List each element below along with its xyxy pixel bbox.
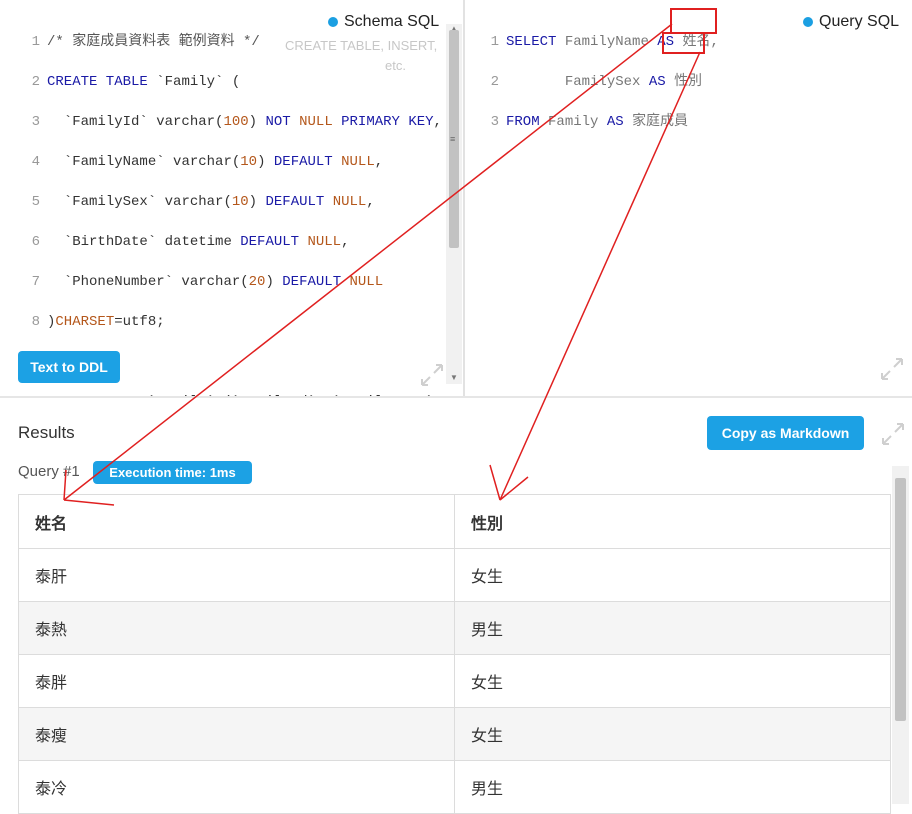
query-code[interactable]: 1 SELECT FamilyName AS 姓名, 2 FamilySex AS… (465, 12, 719, 172)
schema-editor[interactable]: 1/* 家庭成員資料表 範例資料 */ 2 CREATE TABLE `Famil… (0, 0, 465, 396)
query-sql-label: Query SQL (803, 13, 899, 31)
schema-scrollbar[interactable]: ▲ ≡ ▼ (446, 24, 462, 384)
schema-hint: CREATE TABLE, INSERT, etc. (285, 36, 437, 76)
table-cell: 泰肝 (18, 548, 455, 602)
results-table: 姓名 性別 泰肝 女生 泰熱 男生 泰胖 女生 泰瘦 女生 泰冷 男生 (18, 494, 891, 814)
table-cell: 男生 (454, 760, 891, 814)
line-number: 6 (31, 234, 40, 250)
pane-divider (0, 396, 912, 398)
line-number: 3 (31, 114, 40, 130)
results-scrollbar[interactable] (892, 466, 909, 804)
table-cell: 泰瘦 (18, 707, 455, 761)
line-number: 8 (31, 314, 40, 330)
line-number: 7 (31, 274, 40, 290)
table-row: 泰瘦 女生 (18, 707, 891, 761)
table-cell: 泰熱 (18, 601, 455, 655)
line-number: 3 (490, 114, 499, 130)
table-cell: 女生 (454, 548, 891, 602)
grip-icon: ≡ (450, 134, 456, 144)
query-editor[interactable]: 1 SELECT FamilyName AS 姓名, 2 FamilySex AS… (465, 0, 912, 396)
table-cell: 男生 (454, 601, 891, 655)
copy-as-markdown-button[interactable]: Copy as Markdown (707, 416, 864, 450)
line-number: 5 (31, 194, 40, 210)
table-cell: 女生 (454, 707, 891, 761)
schema-sql-label-text: Schema SQL (344, 13, 440, 30)
column-header: 姓名 (18, 494, 455, 549)
line-number: 2 (490, 74, 499, 90)
table-row: 泰胖 女生 (18, 654, 891, 708)
status-dot-icon (803, 17, 813, 27)
query-number-label: Query #1 (18, 463, 80, 480)
scroll-down-icon[interactable]: ▼ (450, 373, 458, 382)
text-to-ddl-button[interactable]: Text to DDL (18, 351, 120, 383)
table-cell: 泰冷 (18, 760, 455, 814)
schema-hint-line: etc. (385, 58, 406, 73)
execution-time-badge: Execution time: 1ms (93, 461, 252, 484)
table-row: 泰冷 男生 (18, 760, 891, 814)
scroll-thumb[interactable] (895, 478, 906, 721)
line-number: 1 (490, 34, 499, 50)
table-row: 泰肝 女生 (18, 548, 891, 602)
query-sql-label-text: Query SQL (819, 13, 900, 30)
schema-hint-line: CREATE TABLE, INSERT, (285, 38, 438, 53)
schema-sql-label: Schema SQL (328, 13, 439, 31)
line-number: 1 (31, 34, 40, 50)
expand-icon[interactable] (419, 362, 445, 388)
line-number: 4 (31, 154, 40, 170)
line-number: 2 (31, 74, 40, 90)
table-cell: 女生 (454, 654, 891, 708)
column-header: 性別 (454, 494, 891, 549)
expand-icon[interactable] (880, 421, 906, 447)
results-title: Results (18, 423, 75, 442)
status-dot-icon (328, 17, 338, 27)
table-row: 泰熱 男生 (18, 601, 891, 655)
expand-icon[interactable] (879, 356, 905, 382)
table-header-row: 姓名 性別 (18, 494, 891, 549)
table-cell: 泰胖 (18, 654, 455, 708)
